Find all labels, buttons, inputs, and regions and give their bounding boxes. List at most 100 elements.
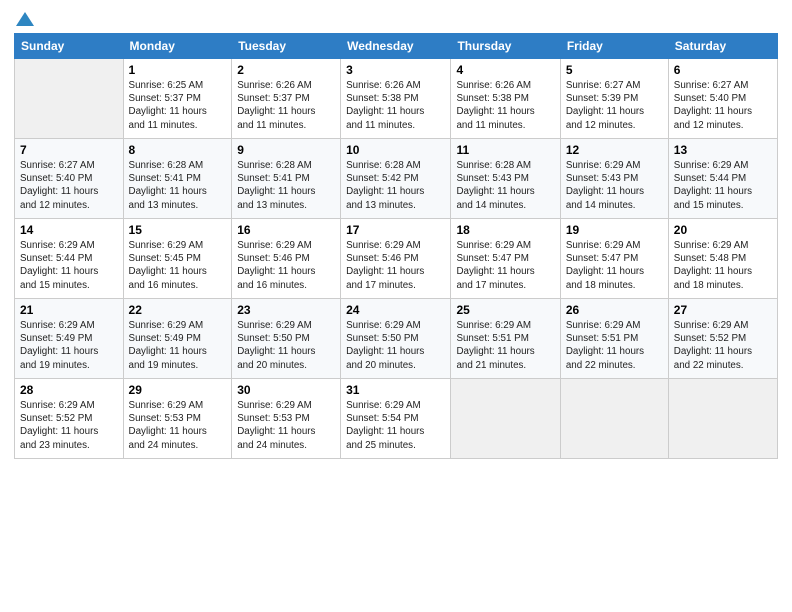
day-number: 5 [566,63,663,77]
calendar-cell: 26 Sunrise: 6:29 AM Sunset: 5:51 PM Dayli… [560,299,668,379]
weekday-header-wednesday: Wednesday [341,34,451,59]
day-info: Sunrise: 6:29 AM Sunset: 5:47 PM Dayligh… [456,239,554,292]
calendar-cell: 17 Sunrise: 6:29 AM Sunset: 5:46 PM Dayli… [341,219,451,299]
calendar-cell: 16 Sunrise: 6:29 AM Sunset: 5:46 PM Dayli… [232,219,341,299]
day-info: Sunrise: 6:29 AM Sunset: 5:52 PM Dayligh… [674,319,772,372]
day-number: 8 [129,143,227,157]
calendar-cell: 11Sunrise: 6:28 AM Sunset: 5:43 PM Dayli… [451,139,560,219]
day-info: Sunrise: 6:29 AM Sunset: 5:43 PM Dayligh… [566,159,663,212]
day-number: 22 [129,303,227,317]
weekday-header-monday: Monday [123,34,232,59]
calendar-cell: 5 Sunrise: 6:27 AM Sunset: 5:39 PM Daylig… [560,59,668,139]
day-info: Sunrise: 6:29 AM Sunset: 5:46 PM Dayligh… [346,239,445,292]
logo [14,10,34,25]
weekday-header-friday: Friday [560,34,668,59]
calendar-cell: 6 Sunrise: 6:27 AM Sunset: 5:40 PM Daylig… [668,59,777,139]
calendar-cell: 13Sunrise: 6:29 AM Sunset: 5:44 PM Dayli… [668,139,777,219]
header [14,10,778,25]
day-info: Sunrise: 6:26 AM Sunset: 5:38 PM Dayligh… [456,79,554,132]
weekday-header-saturday: Saturday [668,34,777,59]
day-info: Sunrise: 6:29 AM Sunset: 5:50 PM Dayligh… [237,319,335,372]
day-number: 11 [456,143,554,157]
day-number: 29 [129,383,227,397]
day-number: 17 [346,223,445,237]
week-row-5: 28Sunrise: 6:29 AM Sunset: 5:52 PM Dayli… [15,379,778,459]
weekday-header-sunday: Sunday [15,34,124,59]
day-number: 26 [566,303,663,317]
calendar-cell: 24 Sunrise: 6:29 AM Sunset: 5:50 PM Dayli… [341,299,451,379]
calendar-cell: 3 Sunrise: 6:26 AM Sunset: 5:38 PM Daylig… [341,59,451,139]
day-number: 3 [346,63,445,77]
day-info: Sunrise: 6:28 AM Sunset: 5:42 PM Dayligh… [346,159,445,212]
day-info: Sunrise: 6:29 AM Sunset: 5:53 PM Dayligh… [129,399,227,452]
week-row-2: 7 Sunrise: 6:27 AM Sunset: 5:40 PM Daylig… [15,139,778,219]
calendar-cell [451,379,560,459]
day-info: Sunrise: 6:29 AM Sunset: 5:51 PM Dayligh… [566,319,663,372]
day-number: 16 [237,223,335,237]
day-number: 6 [674,63,772,77]
day-number: 15 [129,223,227,237]
calendar-cell: 7 Sunrise: 6:27 AM Sunset: 5:40 PM Daylig… [15,139,124,219]
calendar-cell: 28Sunrise: 6:29 AM Sunset: 5:52 PM Dayli… [15,379,124,459]
day-info: Sunrise: 6:29 AM Sunset: 5:54 PM Dayligh… [346,399,445,452]
weekday-header-thursday: Thursday [451,34,560,59]
day-info: Sunrise: 6:26 AM Sunset: 5:38 PM Dayligh… [346,79,445,132]
day-number: 12 [566,143,663,157]
day-info: Sunrise: 6:25 AM Sunset: 5:37 PM Dayligh… [129,79,227,132]
day-info: Sunrise: 6:29 AM Sunset: 5:53 PM Dayligh… [237,399,335,452]
week-row-1: 1 Sunrise: 6:25 AM Sunset: 5:37 PM Daylig… [15,59,778,139]
day-info: Sunrise: 6:29 AM Sunset: 5:51 PM Dayligh… [456,319,554,372]
day-number: 18 [456,223,554,237]
day-info: Sunrise: 6:27 AM Sunset: 5:39 PM Dayligh… [566,79,663,132]
day-info: Sunrise: 6:27 AM Sunset: 5:40 PM Dayligh… [20,159,118,212]
day-number: 31 [346,383,445,397]
calendar-cell: 1 Sunrise: 6:25 AM Sunset: 5:37 PM Daylig… [123,59,232,139]
calendar-cell: 27Sunrise: 6:29 AM Sunset: 5:52 PM Dayli… [668,299,777,379]
day-number: 2 [237,63,335,77]
day-number: 25 [456,303,554,317]
calendar-cell: 10Sunrise: 6:28 AM Sunset: 5:42 PM Dayli… [341,139,451,219]
day-number: 20 [674,223,772,237]
day-number: 24 [346,303,445,317]
calendar-cell [15,59,124,139]
weekday-header-tuesday: Tuesday [232,34,341,59]
day-info: Sunrise: 6:28 AM Sunset: 5:41 PM Dayligh… [129,159,227,212]
day-info: Sunrise: 6:27 AM Sunset: 5:40 PM Dayligh… [674,79,772,132]
calendar-cell: 4Sunrise: 6:26 AM Sunset: 5:38 PM Daylig… [451,59,560,139]
day-info: Sunrise: 6:29 AM Sunset: 5:45 PM Dayligh… [129,239,227,292]
day-number: 7 [20,143,118,157]
day-info: Sunrise: 6:29 AM Sunset: 5:44 PM Dayligh… [20,239,118,292]
day-number: 1 [129,63,227,77]
calendar-cell: 20 Sunrise: 6:29 AM Sunset: 5:48 PM Dayli… [668,219,777,299]
day-info: Sunrise: 6:29 AM Sunset: 5:48 PM Dayligh… [674,239,772,292]
page-container: SundayMondayTuesdayWednesdayThursdayFrid… [0,0,792,469]
calendar-cell: 2Sunrise: 6:26 AM Sunset: 5:37 PM Daylig… [232,59,341,139]
day-number: 23 [237,303,335,317]
calendar-cell: 23 Sunrise: 6:29 AM Sunset: 5:50 PM Dayli… [232,299,341,379]
calendar-cell: 22 Sunrise: 6:29 AM Sunset: 5:49 PM Dayli… [123,299,232,379]
day-number: 19 [566,223,663,237]
day-number: 30 [237,383,335,397]
calendar-cell: 14 Sunrise: 6:29 AM Sunset: 5:44 PM Dayli… [15,219,124,299]
calendar-cell [668,379,777,459]
week-row-3: 14 Sunrise: 6:29 AM Sunset: 5:44 PM Dayli… [15,219,778,299]
logo-icon [16,10,34,28]
calendar-cell [560,379,668,459]
calendar-table: SundayMondayTuesdayWednesdayThursdayFrid… [14,33,778,459]
calendar-cell: 8 Sunrise: 6:28 AM Sunset: 5:41 PM Daylig… [123,139,232,219]
calendar-cell: 21Sunrise: 6:29 AM Sunset: 5:49 PM Dayli… [15,299,124,379]
day-number: 9 [237,143,335,157]
day-info: Sunrise: 6:29 AM Sunset: 5:46 PM Dayligh… [237,239,335,292]
day-info: Sunrise: 6:29 AM Sunset: 5:49 PM Dayligh… [129,319,227,372]
weekday-header-row: SundayMondayTuesdayWednesdayThursdayFrid… [15,34,778,59]
day-info: Sunrise: 6:29 AM Sunset: 5:49 PM Dayligh… [20,319,118,372]
day-number: 28 [20,383,118,397]
calendar-cell: 29 Sunrise: 6:29 AM Sunset: 5:53 PM Dayli… [123,379,232,459]
calendar-cell: 30 Sunrise: 6:29 AM Sunset: 5:53 PM Dayli… [232,379,341,459]
week-row-4: 21Sunrise: 6:29 AM Sunset: 5:49 PM Dayli… [15,299,778,379]
day-number: 14 [20,223,118,237]
day-info: Sunrise: 6:28 AM Sunset: 5:41 PM Dayligh… [237,159,335,212]
calendar-cell: 12 Sunrise: 6:29 AM Sunset: 5:43 PM Dayli… [560,139,668,219]
day-info: Sunrise: 6:29 AM Sunset: 5:50 PM Dayligh… [346,319,445,372]
calendar-cell: 25 Sunrise: 6:29 AM Sunset: 5:51 PM Dayli… [451,299,560,379]
